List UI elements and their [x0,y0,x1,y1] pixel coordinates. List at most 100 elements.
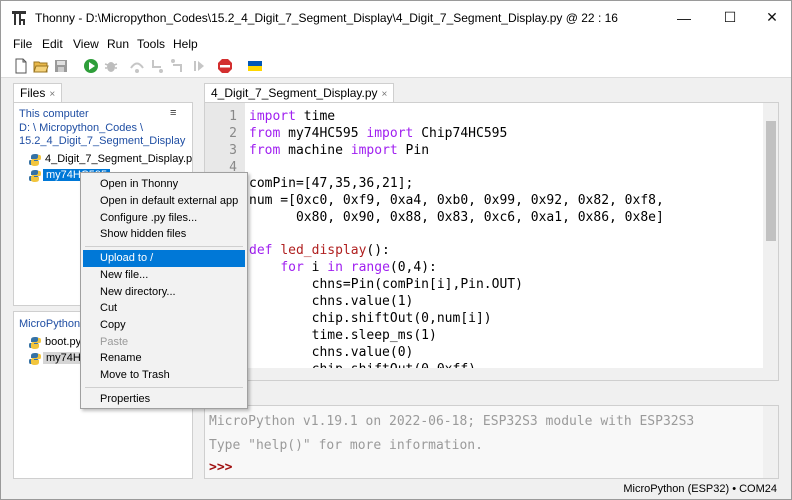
code-line: for i in range(0,4): [280,260,437,275]
minimize-button[interactable]: — [661,1,707,34]
maximize-icon: ☐ [723,9,737,25]
new-file-icon[interactable] [13,58,29,74]
step-over-icon[interactable] [129,58,145,74]
menu-item-paste[interactable]: Paste [83,334,245,351]
shell-banner: MicroPython v1.19.1 on 2022-06-18; ESP32… [209,414,695,429]
keyword: in [327,260,343,275]
file-context-menu: Open in Thonny Open in default external … [80,172,248,409]
step-out-icon[interactable] [169,58,185,74]
line-number: 3 [229,143,237,158]
shell-help-hint: Type "help()" for more information. [209,438,483,453]
interpreter-status[interactable]: MicroPython (ESP32) • COM24 [623,483,777,495]
toolbar [1,54,791,78]
tab-editor-file[interactable]: 4_Digit_7_Segment_Display.py × [204,83,395,102]
code-line: chip.shiftOut(0,num[i]) [249,311,492,326]
step-into-icon[interactable] [149,58,165,74]
menu-item-new-file[interactable]: New file... [83,267,245,284]
tab-files-close-icon[interactable]: × [49,89,55,100]
editor-vertical-scrollbar[interactable] [763,103,778,368]
minimize-icon: — [677,9,691,26]
menu-item-rename[interactable]: Rename [83,350,245,367]
line-number: 2 [229,126,237,141]
keyword: import [366,126,414,141]
micropython-panel-title[interactable]: MicroPython [19,318,80,330]
editor-tab-label: 4_Digit_7_Segment_Display.py [211,86,378,100]
stop-icon[interactable] [217,58,233,74]
menu-item-open-external[interactable]: Open in default external app [83,193,245,210]
status-bar: MicroPython (ESP32) • COM24 [1,481,791,499]
shell-console[interactable]: MicroPython v1.19.1 on 2022-06-18; ESP32… [204,405,779,479]
thonny-window: Thonny - D:\Micropython_Codes\15.2_4_Dig… [0,0,792,500]
menu-item-open-in-thonny[interactable]: Open in Thonny [83,176,245,193]
open-folder-icon[interactable] [33,58,49,74]
close-icon: ✕ [766,9,778,25]
menu-item-configure-py[interactable]: Configure .py files... [83,210,245,227]
save-icon[interactable] [53,58,69,74]
code-line: import time [249,109,336,124]
keyword: for [280,260,304,275]
menu-help[interactable]: Help [173,37,198,51]
menu-item-move-to-trash[interactable]: Move to Trash [83,367,245,384]
menu-item-copy[interactable]: Copy [83,317,245,334]
keyword: import [350,143,398,158]
code-line: 0x80, 0x90, 0x88, 0x83, 0xc6, 0xa1, 0x86… [249,210,664,225]
keyword: from [249,126,281,141]
code-line: chns=Pin(comPin[i],Pin.OUT) [249,277,523,292]
panel-menu-icon[interactable]: ≡ [170,107,176,119]
tab-files-label: Files [20,86,46,100]
line-number: 1 [229,109,237,124]
python-file-icon [29,154,41,166]
shell-vertical-scrollbar[interactable] [763,406,778,478]
path-breadcrumb[interactable]: D: \ Micropython_Codes \ [19,122,143,134]
function-name: led_display [280,243,367,258]
path-breadcrumb-folder[interactable]: 15.2_4_Digit_7_Segment_Display [19,135,185,147]
title-bar: Thonny - D:\Micropython_Codes\15.2_4_Dig… [1,1,791,34]
menu-item-upload[interactable]: Upload to / [83,250,245,267]
menu-tools[interactable]: Tools [137,37,165,51]
editor-tab-close-icon[interactable]: × [382,89,388,100]
debug-icon[interactable] [103,58,119,74]
code-line: chns.value(1) [249,294,414,309]
code-line: chns.value(0) [249,345,414,360]
keyword: def [249,243,273,258]
python-file-icon [29,337,41,349]
menu-edit[interactable]: Edit [42,37,63,51]
menu-file[interactable]: File [13,37,32,51]
editor-horizontal-scrollbar[interactable] [205,368,778,380]
tab-files[interactable]: Files × [13,83,63,102]
menu-run[interactable]: Run [107,37,129,51]
close-button[interactable]: ✕ [749,1,792,34]
code-line: def led_display(): [249,243,390,258]
code-line: comPin=[47,35,36,21]; [249,176,414,191]
this-computer-title[interactable]: This computer [19,108,89,120]
code-line: from my74HC595 import Chip74HC595 [249,126,508,141]
menu-item-new-directory[interactable]: New directory... [83,284,245,301]
file-name: 4_Digit_7_Segment_Display.py [45,153,193,165]
menu-separator [85,387,243,388]
builtin: range [350,260,390,275]
thonny-app-icon [12,11,26,25]
scrollbar-thumb[interactable] [766,121,776,241]
menu-view[interactable]: View [73,37,99,51]
keyword: from [249,143,281,158]
file-name: boot.py [45,336,82,348]
resume-icon[interactable] [191,58,207,74]
file-name: my74H [43,352,84,364]
keyword: import [249,109,296,124]
window-title: Thonny - D:\Micropython_Codes\15.2_4_Dig… [35,11,618,25]
file-row[interactable]: 4_Digit_7_Segment_Display.py [14,152,192,168]
menu-item-show-hidden[interactable]: Show hidden files [83,226,245,243]
maximize-button[interactable]: ☐ [707,1,753,34]
code-line: time.sleep_ms(1) [249,328,437,343]
shell-prompt[interactable]: >>> [209,460,232,475]
menu-separator [85,246,243,247]
menu-bar: File Edit View Run Tools Help [1,34,791,54]
code-line: num =[0xc0, 0xf9, 0xa4, 0xb0, 0x99, 0x92… [249,193,664,208]
python-file-icon [29,170,41,182]
ukraine-flag-icon[interactable] [247,58,263,74]
code-editor[interactable]: 1 2 3 4 import time from my74HC595 impor… [204,102,779,381]
menu-item-properties[interactable]: Properties [83,391,245,408]
run-icon[interactable] [83,58,99,74]
menu-item-cut[interactable]: Cut [83,300,245,317]
code-area[interactable]: import time from my74HC595 import Chip74… [249,103,763,370]
